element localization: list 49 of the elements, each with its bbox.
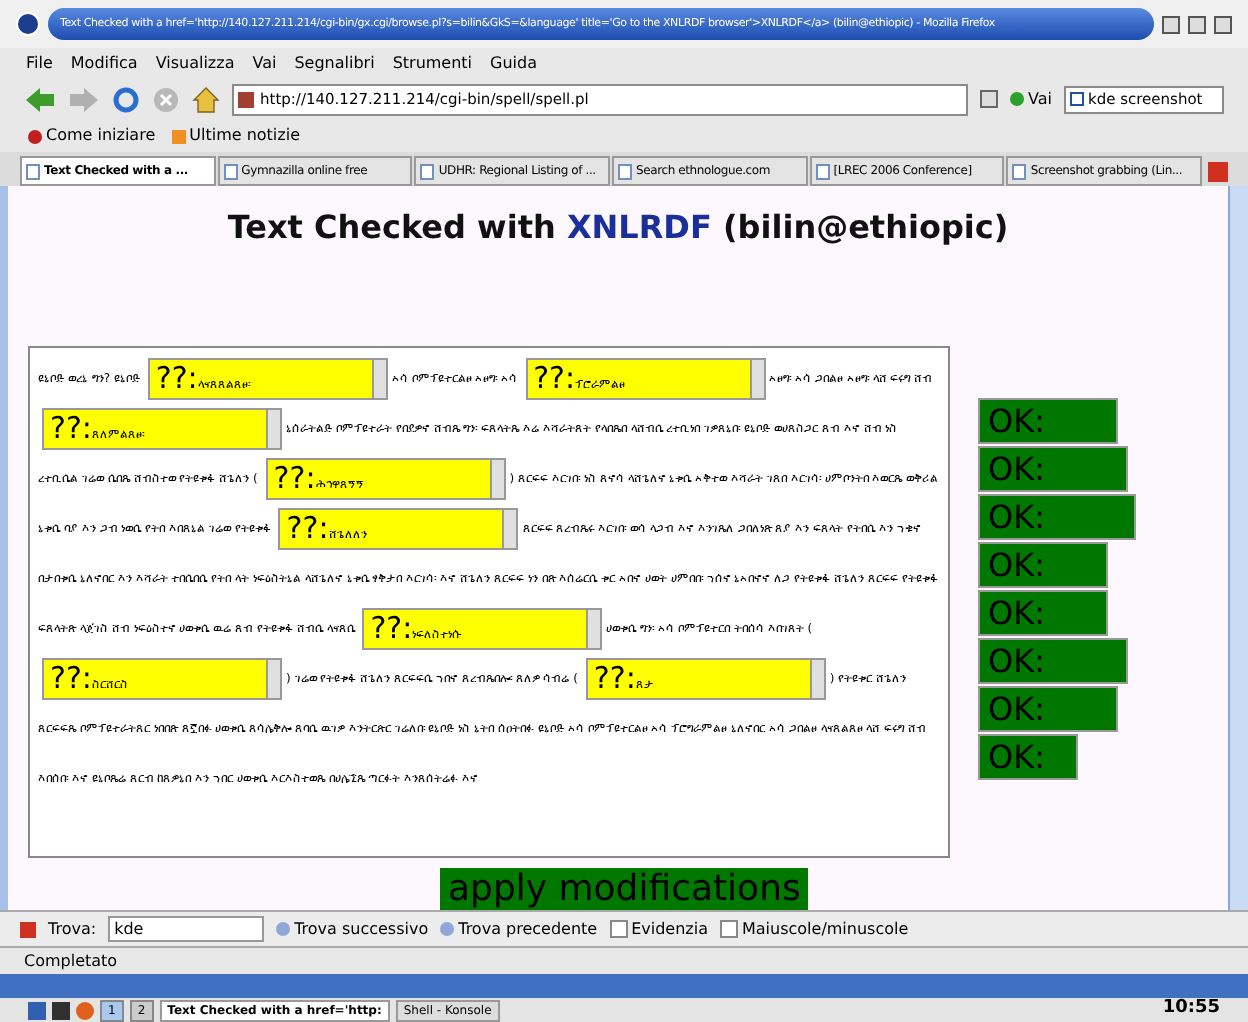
page-icon <box>420 163 435 179</box>
dropdown-icon[interactable] <box>980 90 999 108</box>
ok-field[interactable]: OK: <box>978 590 1108 636</box>
bookmark[interactable]: Come iniziare <box>28 124 156 148</box>
home-icon[interactable] <box>192 85 220 113</box>
close-find-icon[interactable] <box>20 921 36 937</box>
find-previous-button[interactable]: Trova precedente <box>440 917 598 941</box>
apply-button[interactable]: apply modifications <box>440 868 809 910</box>
checkbox[interactable] <box>609 920 628 938</box>
xnlrdf-link[interactable]: XNLRDF <box>566 208 712 246</box>
back-arrow-icon[interactable] <box>24 85 56 113</box>
ok-field[interactable]: OK: <box>978 494 1136 540</box>
ok-field[interactable]: OK: <box>978 542 1108 588</box>
page-icon <box>26 163 40 179</box>
ok-field[interactable]: OK: <box>978 734 1078 780</box>
reload-icon[interactable] <box>112 85 140 113</box>
close-button[interactable] <box>1214 15 1232 33</box>
page-icon <box>618 163 633 179</box>
page-heading: Text Checked with XNLRDF (bilin@ethiopic) <box>225 206 1011 250</box>
menu-item[interactable]: File <box>26 51 53 75</box>
ok-field[interactable]: OK: <box>978 398 1118 444</box>
go-button[interactable]: Vai <box>1010 87 1052 111</box>
menu-item[interactable]: Segnalibri <box>294 51 375 75</box>
page-icon <box>223 163 238 179</box>
checkbox-label: Evidenzia <box>631 917 708 941</box>
bookmark[interactable]: Ultime notizie <box>171 124 300 148</box>
page-icon <box>1012 163 1027 179</box>
find-icon <box>276 922 291 936</box>
menu-item[interactable]: Guida <box>490 51 538 75</box>
menu-item[interactable]: Strumenti <box>392 51 473 75</box>
checkbox[interactable] <box>719 920 738 938</box>
maximize-button[interactable] <box>1188 15 1206 33</box>
ok-field[interactable]: OK: <box>978 638 1128 684</box>
find-field[interactable]: kde <box>108 916 265 942</box>
page-icon <box>815 163 830 179</box>
menu-item[interactable]: Visualizza <box>155 51 235 75</box>
checkbox-label: Maiuscole/minuscole <box>741 917 909 941</box>
ok-field[interactable]: OK: <box>978 446 1128 492</box>
ok-field[interactable]: OK: <box>978 686 1118 732</box>
menu-item[interactable]: Modifica <box>70 51 138 75</box>
clock: 10:55 <box>1162 996 1220 1022</box>
find-icon <box>440 922 455 936</box>
scrollbar[interactable] <box>1228 186 1248 910</box>
find-label: Trova: <box>48 917 97 941</box>
find-next-button[interactable]: Trova successivo <box>276 917 429 941</box>
window-menu-icon[interactable] <box>16 12 40 36</box>
menu-item[interactable]: Vai <box>252 51 277 75</box>
minimize-button[interactable] <box>1162 15 1180 33</box>
close-tab-icon[interactable] <box>1208 162 1229 182</box>
